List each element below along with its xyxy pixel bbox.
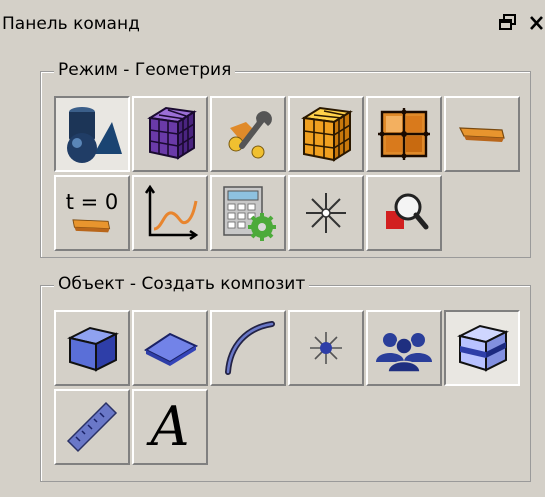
tool-text[interactable]: A	[132, 389, 208, 465]
curve-edge-icon	[225, 321, 275, 375]
ruler-measure-icon	[66, 401, 118, 453]
tool-magnify-query[interactable]	[366, 175, 442, 251]
tool-initial-state[interactable]: t = 0	[54, 175, 130, 251]
tool-xy-curve[interactable]	[132, 175, 208, 251]
tool-grid-surface[interactable]	[366, 96, 442, 172]
vertex-point-icon	[310, 332, 342, 364]
text-letter-icon: A	[150, 395, 190, 458]
tool-vertex[interactable]	[288, 310, 364, 386]
sheet-piece-icon	[459, 127, 505, 142]
tool-mesh-purple[interactable]	[132, 96, 208, 172]
float-window-button[interactable]	[498, 13, 518, 33]
tool-ruler[interactable]	[54, 389, 130, 465]
mesh-cube-orange-icon	[301, 106, 353, 162]
wrench-tools-icon	[228, 111, 272, 159]
tool-calculator[interactable]	[210, 175, 286, 251]
panel-title: Панель команд	[2, 14, 140, 34]
group-people-icon	[376, 333, 432, 373]
tool-face[interactable]	[132, 310, 208, 386]
initial-state-icon	[72, 219, 111, 233]
composite-cube-icon	[457, 324, 509, 372]
object-group-label: Объект - Создать композит	[54, 274, 310, 294]
xy-curve-icon	[144, 184, 199, 241]
grid-surface-icon	[378, 108, 430, 160]
mode-group-label: Режим - Геометрия	[54, 60, 236, 80]
tool-group[interactable]	[366, 310, 442, 386]
sparkle-point-icon	[306, 193, 346, 233]
tool-wrench[interactable]	[210, 96, 286, 172]
calculator-gear-icon	[223, 186, 276, 241]
magnify-query-icon	[386, 193, 429, 230]
command-panel: Панель команд Режим - Геометрия t = 0 Об…	[0, 0, 545, 497]
face-surface-icon	[144, 332, 199, 366]
tool-curve[interactable]	[210, 310, 286, 386]
tool-sheet-piece[interactable]	[444, 96, 520, 172]
tool-volume[interactable]	[54, 310, 130, 386]
tool-mesh-orange[interactable]	[288, 96, 364, 172]
panel-titlebar: Панель команд	[0, 0, 545, 44]
tool-composite[interactable]	[444, 310, 520, 386]
tool-geometry-mode[interactable]	[54, 96, 130, 172]
volume-cube-icon	[67, 326, 119, 372]
restore-window-icon	[499, 14, 516, 30]
close-panel-button[interactable]	[528, 13, 545, 33]
tool-sparkle-point[interactable]	[288, 175, 364, 251]
close-icon	[530, 16, 543, 30]
mesh-cube-purple-icon	[147, 106, 197, 160]
initial-state-label: t = 0	[65, 190, 119, 214]
geometry-shapes-icon	[67, 107, 122, 163]
